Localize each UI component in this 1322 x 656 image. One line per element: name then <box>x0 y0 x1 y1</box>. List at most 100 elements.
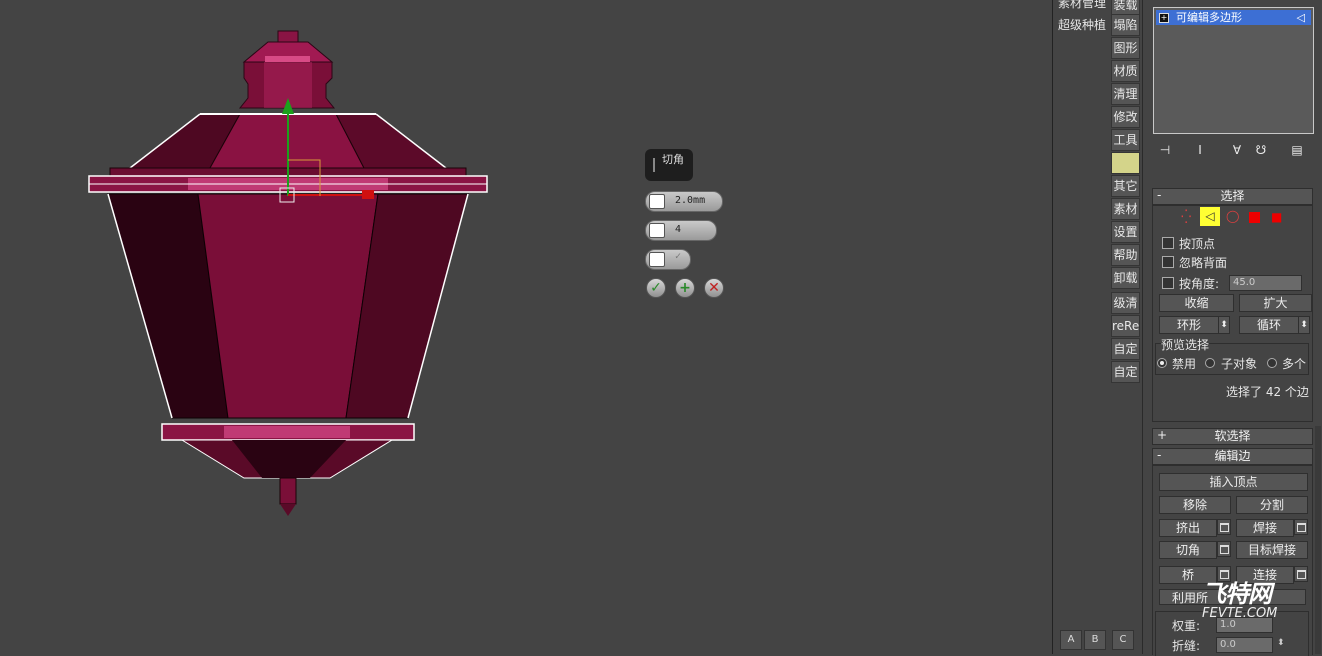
preview-subobject-radio[interactable] <box>1205 358 1215 368</box>
edit-edges-title: 编辑边 <box>1214 449 1251 463</box>
preview-multi-radio[interactable] <box>1267 358 1277 368</box>
tab-level-clear[interactable]: 级清 <box>1111 292 1140 314</box>
tab-cleanup[interactable]: 清理 <box>1111 83 1140 105</box>
tab-c[interactable]: C <box>1112 630 1134 650</box>
tab-modify[interactable]: 修改 <box>1111 106 1140 128</box>
check-small-icon: ✓ <box>675 251 682 262</box>
by-angle-checkbox[interactable] <box>1162 277 1174 289</box>
tab-tools[interactable]: 工具 <box>1111 129 1140 151</box>
caddy-title-label: 切角 <box>662 153 684 166</box>
tab-b[interactable]: B <box>1084 630 1106 650</box>
target-weld-button[interactable]: 目标焊接 <box>1236 541 1308 559</box>
open-chamfer-toggle[interactable]: ✓ <box>645 249 691 270</box>
tab-a[interactable]: A <box>1060 630 1082 650</box>
extrude-settings-icon[interactable] <box>1217 519 1231 535</box>
preview-selection-label: 预览选择 <box>1161 336 1210 353</box>
expand-sign: + <box>1157 428 1168 442</box>
lantern-model[interactable] <box>0 0 1052 654</box>
preview-off-label: 禁用 <box>1172 357 1197 371</box>
ring-button[interactable]: 环形 <box>1159 316 1219 334</box>
make-unique-icon[interactable]: ∀ <box>1229 142 1245 158</box>
configure-sets-icon[interactable]: ▤ <box>1289 142 1305 158</box>
vertex-mode-icon[interactable]: ⁛ <box>1181 210 1191 225</box>
tab-collapse[interactable]: 塌陷 <box>1111 14 1140 36</box>
modifier-name: 可编辑多边形 <box>1176 11 1242 24</box>
insert-vertex-button[interactable]: 插入顶点 <box>1159 473 1308 491</box>
preview-off-radio[interactable] <box>1157 358 1167 368</box>
panel-scrollbar[interactable] <box>1315 426 1321 654</box>
connect-settings-icon[interactable] <box>1294 566 1308 582</box>
edit-edges-rollout-header[interactable]: - 编辑边 <box>1152 448 1313 465</box>
tab-other[interactable]: 其它 <box>1111 175 1140 197</box>
weld-settings-icon[interactable] <box>1294 519 1308 535</box>
script-menu-column: 素材管理 超级种植 A B <box>1054 0 1110 654</box>
menu-material-manager[interactable]: 素材管理 <box>1058 0 1106 11</box>
ring-spinner-icon[interactable]: ⬍ <box>1218 316 1230 334</box>
weight-label: 权重: <box>1172 619 1201 633</box>
checkmark-icon[interactable]: ✓ <box>646 278 666 298</box>
chamfer-button[interactable]: 切角 <box>1159 541 1217 559</box>
modifier-stack-list[interactable]: + 可编辑多边形 ◁ <box>1153 7 1314 134</box>
select-rollout-title: 选择 <box>1220 189 1245 203</box>
edge-subobject-icon: ◁ <box>1296 11 1305 24</box>
tab-material[interactable]: 材质 <box>1111 60 1140 82</box>
angle-spinner[interactable]: 45.0 <box>1229 275 1302 291</box>
tab-rere[interactable]: reRe <box>1111 315 1140 337</box>
watermark-logo: 飞特网 <box>1202 580 1272 608</box>
menu-super-plant[interactable]: 超级种植 <box>1058 16 1106 33</box>
tab-help[interactable]: 帮助 <box>1111 244 1140 266</box>
polygon-mode-icon[interactable] <box>1249 212 1260 223</box>
caddy-grip[interactable] <box>653 158 655 172</box>
tab-custom-1[interactable]: 自定 <box>1111 338 1140 360</box>
remove-button[interactable]: 移除 <box>1159 496 1231 514</box>
expand-icon[interactable]: + <box>1159 13 1169 23</box>
perspective-viewport[interactable]: 切角 2.0mm 4 ✓ ✓ + ✕ <box>0 0 1053 654</box>
tab-uninstall[interactable]: 卸载 <box>1111 267 1140 289</box>
by-vertex-label: 按顶点 <box>1179 237 1216 251</box>
ignore-backfacing-checkbox[interactable] <box>1162 256 1174 268</box>
chamfer-amount-value: 2.0mm <box>675 195 706 206</box>
element-mode-icon[interactable]: ■ <box>1271 210 1282 224</box>
loop-button[interactable]: 循环 <box>1239 316 1299 334</box>
tab-active[interactable] <box>1111 152 1140 174</box>
shrink-button[interactable]: 收缩 <box>1159 294 1234 312</box>
modifier-stack-item[interactable]: + 可编辑多边形 ◁ <box>1156 10 1311 25</box>
open-chamfer-icon <box>649 252 665 267</box>
chamfer-amount-field[interactable]: 2.0mm <box>645 191 723 212</box>
extrude-button[interactable]: 挤出 <box>1159 519 1217 537</box>
border-mode-icon[interactable]: ◯ <box>1226 209 1239 223</box>
chamfer-settings-icon[interactable] <box>1217 541 1231 557</box>
soft-selection-rollout-header[interactable]: + 软选择 <box>1152 428 1313 445</box>
chamfer-caddy-title[interactable]: 切角 <box>645 149 693 181</box>
collapse-sign: - <box>1157 188 1162 202</box>
by-vertex-checkbox[interactable] <box>1162 237 1174 249</box>
loop-spinner-icon[interactable]: ⬍ <box>1298 316 1310 334</box>
preview-multi-label: 多个 <box>1282 357 1307 371</box>
edit-edges-rollout-body: 插入顶点 移除 分割 挤出 焊接 切角 目标焊接 桥 连接 利用所 权重: 1.… <box>1152 465 1313 656</box>
remove-modifier-icon[interactable]: ☋ <box>1253 142 1269 158</box>
crease-label: 折缝: <box>1172 639 1201 653</box>
crease-spinner[interactable]: 0.0 <box>1216 637 1273 653</box>
crease-spinner-arrows-icon[interactable]: ⬍ <box>1277 638 1285 648</box>
selection-status: 选择了 42 个边 <box>1226 385 1309 399</box>
watermark-url: FEVTE.COM <box>1202 606 1278 621</box>
segments-icon <box>649 223 665 238</box>
tab-assets[interactable]: 素材 <box>1111 198 1140 220</box>
grow-button[interactable]: 扩大 <box>1239 294 1312 312</box>
select-rollout-header[interactable]: - 选择 <box>1152 188 1313 205</box>
tab-custom-2[interactable]: 自定 <box>1111 361 1140 383</box>
weld-button[interactable]: 焊接 <box>1236 519 1294 537</box>
chamfer-segments-field[interactable]: 4 <box>645 220 717 241</box>
plus-icon[interactable]: + <box>675 278 695 298</box>
soft-selection-title: 软选择 <box>1214 429 1251 443</box>
tab-settings[interactable]: 设置 <box>1111 221 1140 243</box>
pin-stack-icon[interactable]: ⊣ <box>1157 142 1173 158</box>
split-button[interactable]: 分割 <box>1236 496 1308 514</box>
finial-cap <box>277 30 299 43</box>
edge-mode-icon[interactable]: ◁ <box>1200 207 1220 226</box>
tab-shapes[interactable]: 图形 <box>1111 37 1140 59</box>
show-end-result-icon[interactable]: Ι <box>1192 142 1208 158</box>
bottom-tip <box>279 477 297 505</box>
modify-command-panel: + 可编辑多边形 ◁ ⊣ Ι ∀ ☋ ▤ - 选择 ⁛ ◁ ◯ ■ 按顶点 忽略… <box>1142 0 1322 656</box>
x-icon[interactable]: ✕ <box>704 278 724 298</box>
